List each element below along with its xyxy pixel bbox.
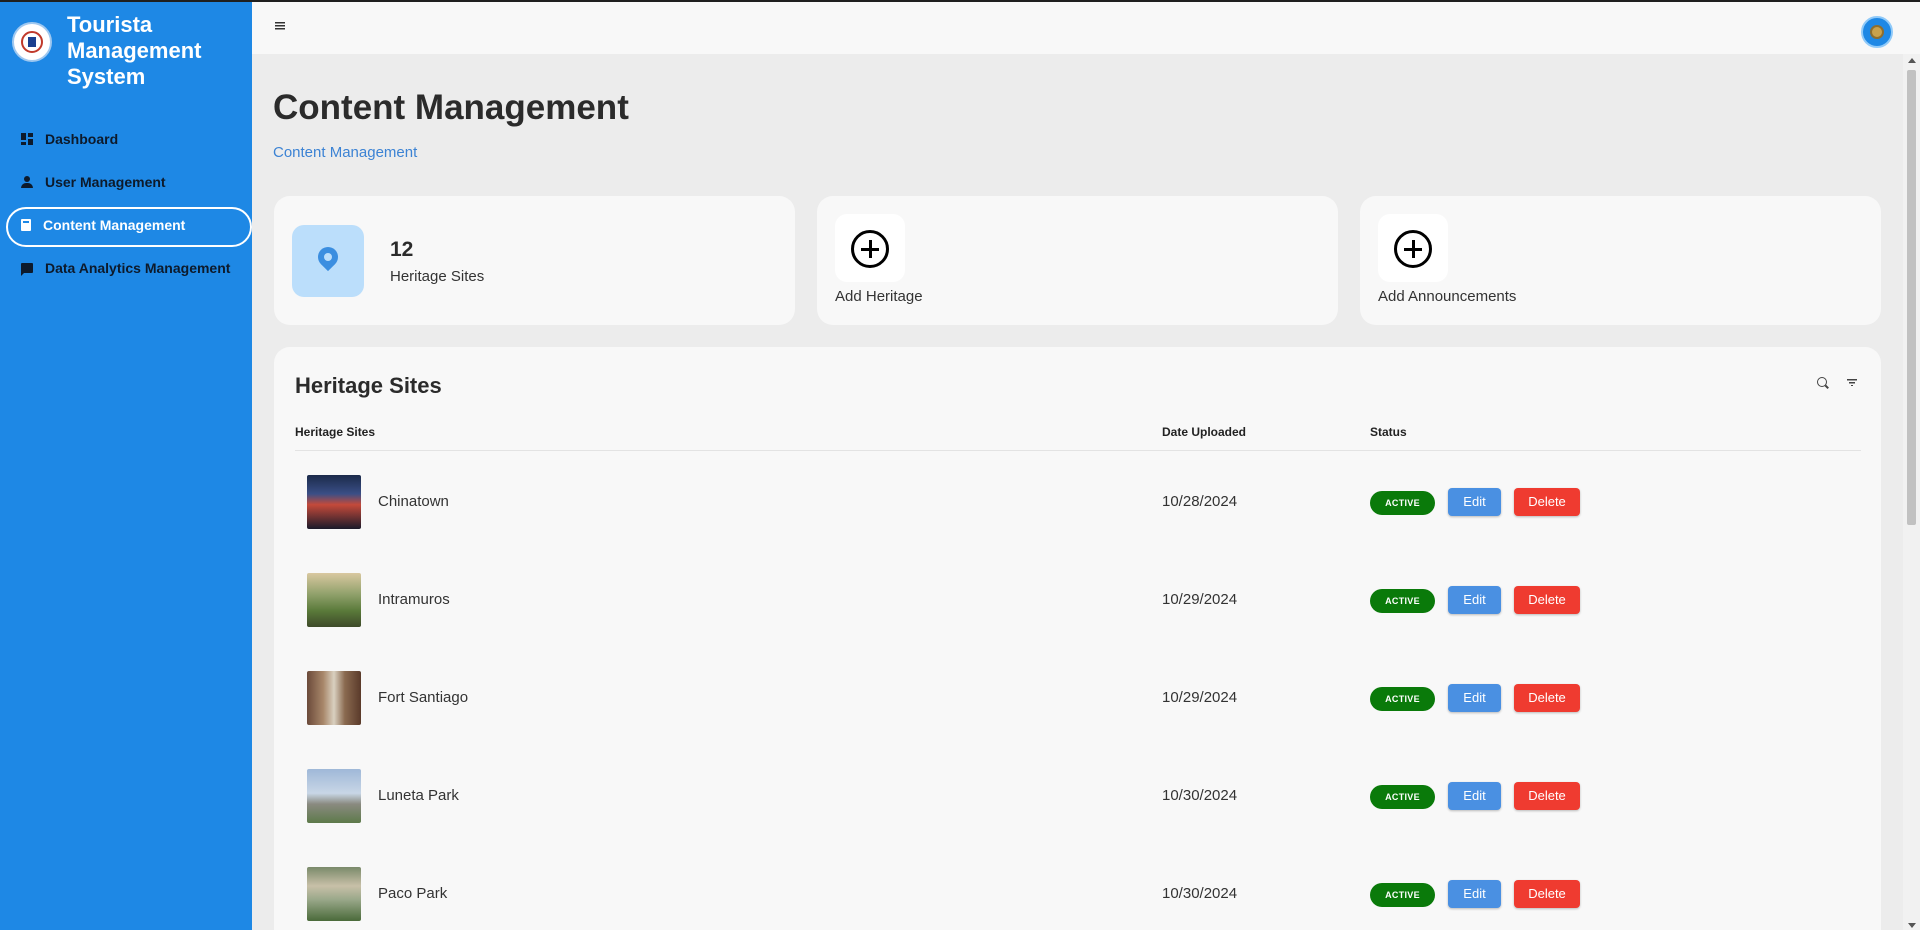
delete-button[interactable]: Delete	[1514, 684, 1580, 712]
add-heritage-button[interactable]	[835, 214, 905, 282]
pin-icon-box	[292, 225, 364, 297]
sidebar-item-data-analytics[interactable]: Data Analytics Management	[0, 246, 252, 289]
site-name: Paco Park	[378, 885, 448, 902]
header-divider	[295, 450, 1861, 451]
vertical-scrollbar[interactable]	[1903, 54, 1920, 930]
sidebar-item-label: Data Analytics Management	[45, 259, 231, 276]
scrollbar-thumb[interactable]	[1907, 70, 1916, 525]
column-header-status[interactable]: Status	[1370, 425, 1407, 439]
app-logo-icon	[12, 22, 52, 62]
plus-circle-icon	[851, 230, 889, 268]
status-badge: ACTIVE	[1370, 687, 1435, 711]
edit-button[interactable]: Edit	[1448, 488, 1501, 516]
edit-button[interactable]: Edit	[1448, 586, 1501, 614]
table-row: Chinatown 10/28/2024 ACTIVE Edit Delete	[274, 475, 1881, 573]
edit-button[interactable]: Edit	[1448, 880, 1501, 908]
hamburger-menu-icon[interactable]	[275, 22, 285, 30]
book-icon	[21, 218, 31, 231]
scroll-up-arrow-icon[interactable]	[1908, 58, 1916, 63]
column-header-heritage-sites[interactable]: Heritage Sites	[295, 425, 375, 439]
delete-button[interactable]: Delete	[1514, 880, 1580, 908]
table-title: Heritage Sites	[295, 373, 442, 398]
heritage-count-value: 12	[390, 238, 414, 261]
site-date: 10/30/2024	[1162, 787, 1238, 804]
plus-circle-icon	[1394, 230, 1432, 268]
delete-button[interactable]: Delete	[1514, 488, 1580, 516]
sidebar-item-content-management[interactable]: Content Management	[0, 203, 252, 247]
dashboard-icon	[21, 132, 33, 145]
brand: Tourista Management System	[12, 12, 237, 90]
location-pin-icon	[313, 242, 343, 272]
edit-button[interactable]: Edit	[1448, 684, 1501, 712]
table-row: Luneta Park 10/30/2024 ACTIVE Edit Delet…	[274, 769, 1881, 867]
person-icon	[21, 175, 33, 188]
column-header-date-uploaded[interactable]: Date Uploaded	[1162, 425, 1246, 439]
sidebar-item-user-management[interactable]: User Management	[0, 160, 252, 203]
table-row: Fort Santiago 10/29/2024 ACTIVE Edit Del…	[274, 671, 1881, 769]
sidebar-item-label: Content Management	[43, 216, 186, 233]
heritage-sites-table: Heritage Sites Heritage Sites Date Uploa…	[274, 347, 1881, 930]
status-badge: ACTIVE	[1370, 883, 1435, 907]
scroll-down-arrow-icon[interactable]	[1908, 923, 1916, 928]
sidebar-item-label: User Management	[45, 173, 166, 190]
table-row: Intramuros 10/29/2024 ACTIVE Edit Delete	[274, 573, 1881, 671]
edit-button[interactable]: Edit	[1448, 782, 1501, 810]
site-name: Fort Santiago	[378, 689, 469, 706]
chat-icon	[21, 262, 33, 276]
avatar[interactable]	[1861, 16, 1893, 48]
heritage-count-label: Heritage Sites	[390, 268, 485, 285]
site-name: Chinatown	[378, 493, 449, 510]
site-date: 10/28/2024	[1162, 493, 1238, 510]
search-icon[interactable]	[1817, 377, 1827, 387]
breadcrumb[interactable]: Content Management	[273, 144, 417, 161]
top-bar	[252, 2, 1920, 54]
site-thumbnail	[307, 671, 361, 725]
status-badge: ACTIVE	[1370, 785, 1435, 809]
sidebar-nav: Dashboard User Management Content Manage…	[0, 117, 252, 289]
sidebar: Tourista Management System Dashboard Use…	[0, 2, 252, 930]
site-thumbnail	[307, 867, 361, 921]
filter-icon[interactable]	[1847, 379, 1857, 386]
delete-button[interactable]: Delete	[1514, 782, 1580, 810]
table-row: Paco Park 10/30/2024 ACTIVE Edit Delete	[274, 867, 1881, 930]
status-badge: ACTIVE	[1370, 589, 1435, 613]
site-date: 10/29/2024	[1162, 689, 1238, 706]
status-badge: ACTIVE	[1370, 491, 1435, 515]
site-name: Luneta Park	[378, 787, 459, 804]
add-announcements-label: Add Announcements	[1378, 288, 1517, 305]
sidebar-item-label: Dashboard	[45, 130, 119, 147]
app-title: Tourista Management System	[67, 12, 202, 89]
add-heritage-card[interactable]: Add Heritage	[817, 196, 1338, 325]
page-title: Content Management	[273, 88, 629, 127]
site-name: Intramuros	[378, 591, 450, 608]
site-date: 10/29/2024	[1162, 591, 1238, 608]
add-heritage-label: Add Heritage	[835, 288, 923, 305]
site-thumbnail	[307, 475, 361, 529]
heritage-count-card: 12 Heritage Sites	[274, 196, 795, 325]
add-announcements-card[interactable]: Add Announcements	[1360, 196, 1881, 325]
site-date: 10/30/2024	[1162, 885, 1238, 902]
site-thumbnail	[307, 573, 361, 627]
add-announcements-button[interactable]	[1378, 214, 1448, 282]
site-thumbnail	[307, 769, 361, 823]
delete-button[interactable]: Delete	[1514, 586, 1580, 614]
sidebar-item-dashboard[interactable]: Dashboard	[0, 117, 252, 160]
